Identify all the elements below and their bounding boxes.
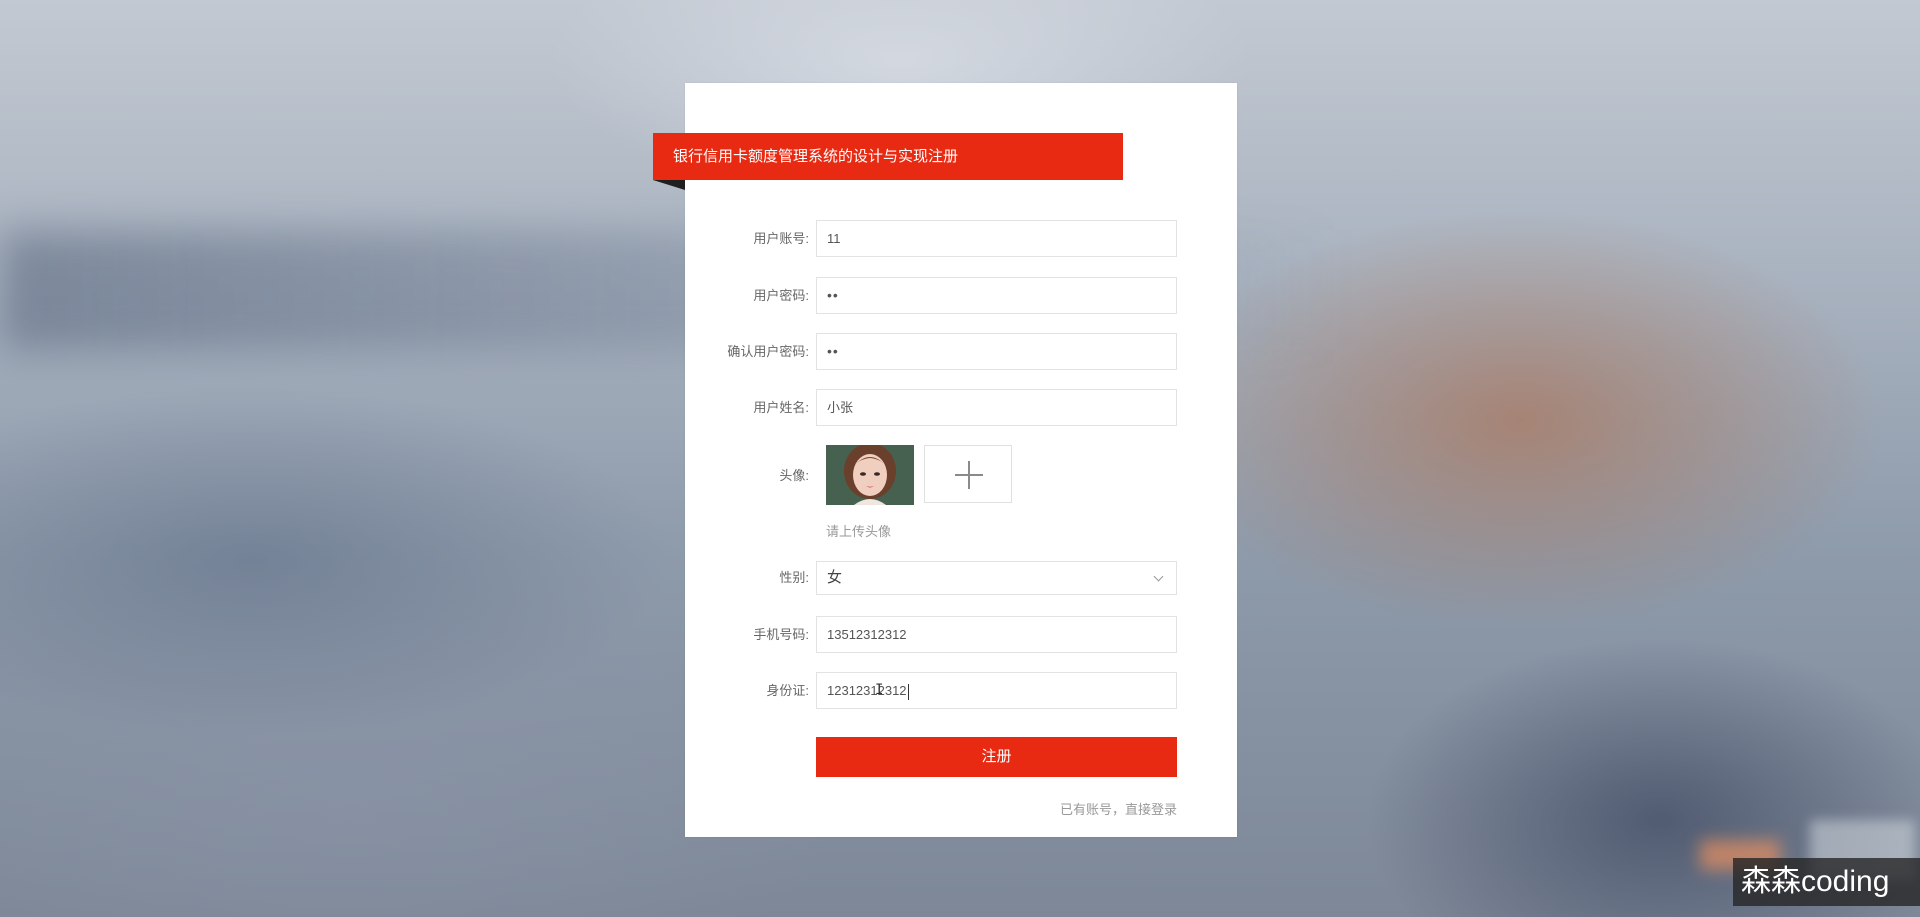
gender-value: 女 — [827, 569, 843, 586]
phone-row: 手机号码: 13512312312 — [685, 616, 1237, 653]
password-label: 用户密码: — [753, 288, 809, 303]
name-input[interactable]: 小张 — [816, 389, 1177, 426]
name-label: 用户姓名: — [753, 400, 809, 415]
ribbon-fold — [653, 180, 685, 190]
register-title: 银行信用卡额度管理系统的设计与实现注册 — [653, 133, 1123, 180]
ibeam-cursor-icon: I — [875, 682, 884, 698]
chevron-down-icon — [1153, 571, 1164, 582]
avatar-hint: 请上传头像 — [826, 524, 892, 539]
plus-icon-vertical — [968, 461, 970, 489]
watermark: 森森coding — [1733, 858, 1920, 906]
name-row: 用户姓名: 小张 — [685, 389, 1237, 426]
register-card: 银行信用卡额度管理系统的设计与实现注册 用户账号: 11 用户密码: •• 确认… — [653, 83, 1237, 837]
register-button[interactable]: 注册 — [816, 737, 1177, 777]
login-link[interactable]: 已有账号，直接登录 — [1060, 799, 1177, 818]
avatar-portrait-icon — [826, 445, 914, 505]
account-row: 用户账号: 11 — [685, 220, 1237, 257]
gender-row: 性别: 女 — [685, 561, 1237, 598]
id-card-label: 身份证: — [766, 683, 809, 698]
id-card-value: 12312312312 — [827, 683, 907, 698]
upload-avatar-button[interactable] — [924, 445, 1012, 503]
avatar-label: 头像: — [779, 468, 809, 483]
id-card-input[interactable]: 12312312312 — [816, 672, 1177, 709]
password-input[interactable]: •• — [816, 277, 1177, 314]
confirm-password-row: 确认用户密码: •• — [685, 333, 1237, 370]
account-label: 用户账号: — [753, 231, 809, 246]
account-input[interactable]: 11 — [816, 220, 1177, 257]
text-caret — [907, 683, 909, 700]
avatar-image[interactable] — [826, 445, 914, 505]
avatar-row: 头像: — [685, 445, 1237, 505]
confirm-password-label: 确认用户密码: — [727, 344, 809, 359]
password-row: 用户密码: •• — [685, 277, 1237, 314]
gender-label: 性别: — [779, 570, 809, 585]
id-card-row: 身份证: 12312312312 I — [685, 672, 1237, 709]
confirm-password-input[interactable]: •• — [816, 333, 1177, 370]
phone-input[interactable]: 13512312312 — [816, 616, 1177, 653]
gender-select[interactable]: 女 — [816, 561, 1177, 595]
phone-label: 手机号码: — [753, 627, 809, 642]
